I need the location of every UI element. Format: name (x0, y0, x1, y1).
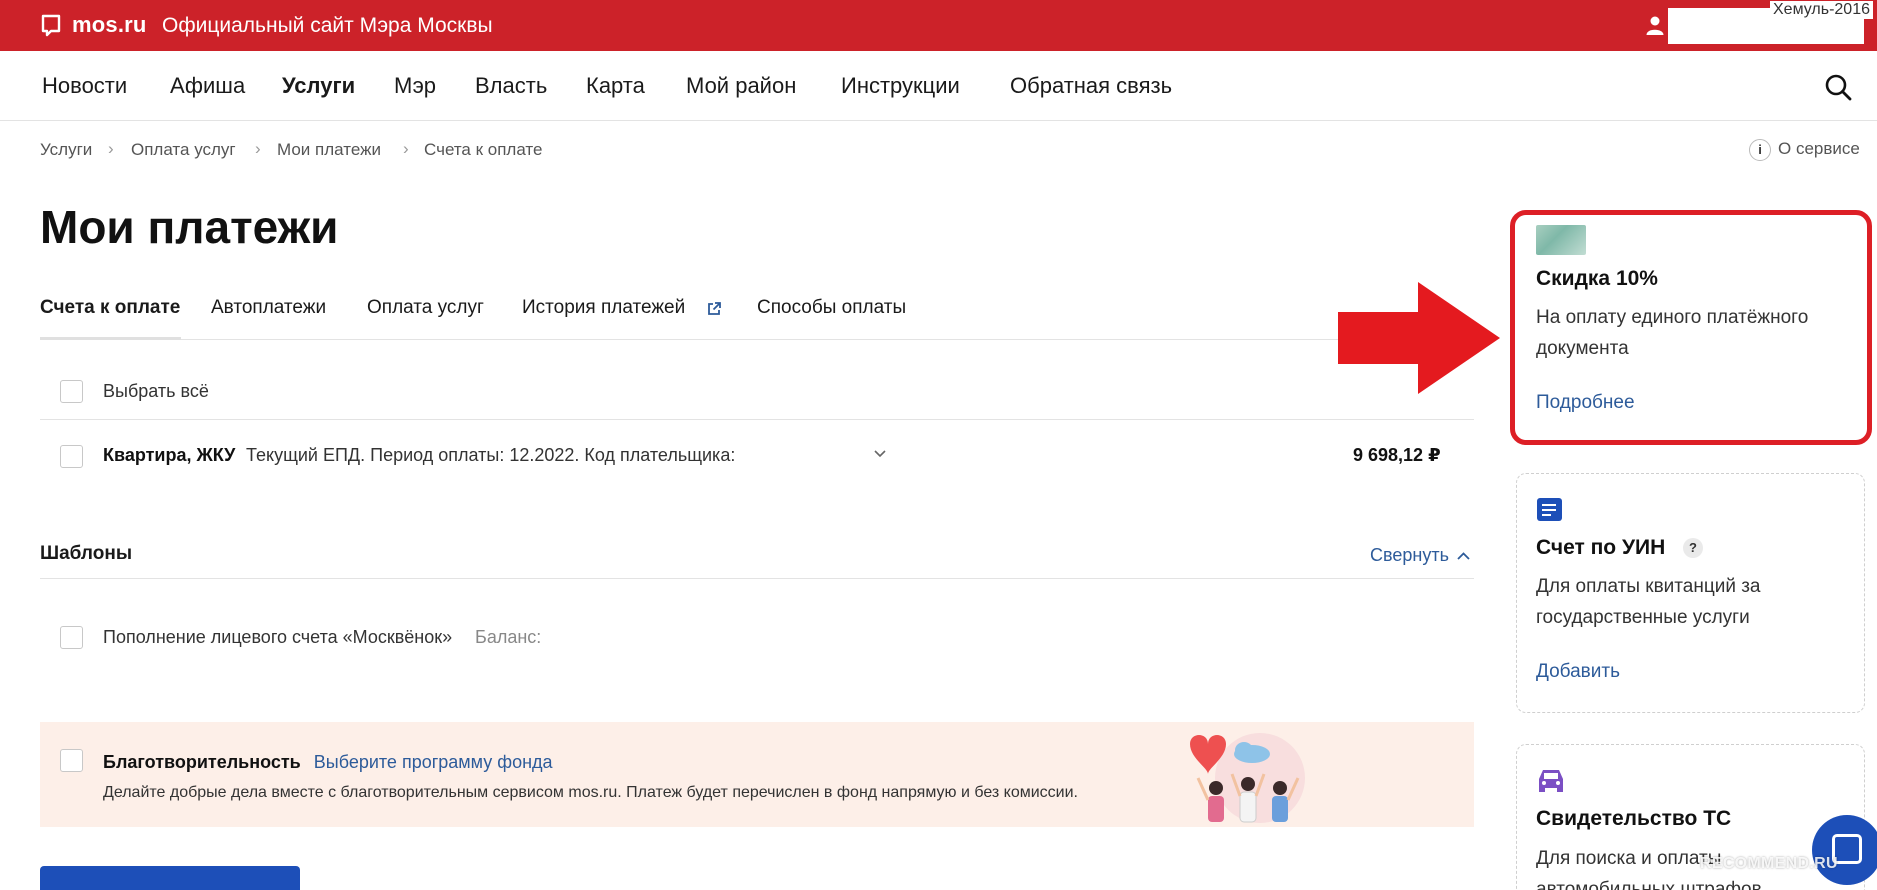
info-icon[interactable]: i (1749, 139, 1771, 161)
select-all-checkbox[interactable] (60, 380, 83, 403)
charity-title-line: Благотворительность Выберите программу ф… (103, 752, 553, 773)
breadcrumb-item-payment-services[interactable]: Оплата услуг (131, 140, 236, 160)
charity-banner: Благотворительность Выберите программу ф… (40, 722, 1474, 827)
bill-checkbox[interactable] (60, 445, 83, 468)
breadcrumb-item-services[interactable]: Услуги (40, 140, 92, 160)
logo-text[interactable]: mos.ru (72, 12, 147, 38)
watermark-author: Хемуль-2016 (1770, 1, 1873, 19)
chevron-down-icon[interactable] (873, 449, 887, 459)
about-service-link[interactable]: О сервисе (1778, 139, 1860, 159)
discount-card-desc-line1: На оплату единого платёжного (1536, 307, 1809, 328)
select-all-label: Выбрать всё (103, 381, 209, 401)
templates-heading: Шаблоны (40, 543, 133, 564)
nav-item-services[interactable]: Услуги (282, 73, 355, 99)
vehicle-card-title: Свидетельство ТС (1536, 807, 1732, 830)
template-title: Пополнение лицевого счета «Москвёнок» (103, 627, 453, 647)
tab-autopayments[interactable]: Автоплатежи (211, 297, 326, 319)
divider (40, 419, 1474, 420)
tab-service-payment[interactable]: Оплата услуг (367, 297, 484, 319)
discount-card-desc-line2: документа (1536, 338, 1629, 359)
charity-checkbox[interactable] (60, 749, 83, 772)
site-title[interactable]: Официальный сайт Мэра Москвы (162, 14, 493, 38)
charity-title: Благотворительность (103, 752, 301, 772)
breadcrumb-chevron-icon: › (255, 139, 261, 158)
nav-item-instructions[interactable]: Инструкции (841, 73, 960, 99)
breadcrumb-chevron-icon: › (403, 139, 409, 158)
nav-item-mayor[interactable]: Мэр (394, 73, 436, 99)
nav-item-government[interactable]: Власть (475, 73, 547, 99)
tabs-divider (40, 339, 1474, 340)
charity-description: Делайте добрые дела вместе с благотворит… (103, 784, 1078, 801)
nav-item-news[interactable]: Новости (42, 73, 127, 99)
breadcrumb-item-my-payments[interactable]: Мои платежи (277, 140, 381, 160)
uin-card-desc-line1: Для оплаты квитанций за (1536, 576, 1761, 597)
discount-more-link[interactable]: Подробнее (1536, 392, 1635, 414)
breadcrumb-item-bills: Счета к оплате (424, 140, 543, 159)
tab-payment-methods[interactable]: Способы оплаты (757, 297, 906, 319)
template-balance: Баланс: (475, 627, 542, 647)
chevron-up-icon[interactable] (1456, 551, 1471, 561)
mos-logo-icon[interactable] (40, 14, 62, 38)
vehicle-card-desc-line2: автомобильных штрафов (1536, 879, 1762, 890)
discount-card-image (1536, 225, 1586, 255)
help-icon[interactable]: ? (1683, 538, 1703, 558)
top-header-bar: mos.ru Официальный сайт Мэра Москвы Хему… (0, 0, 1877, 51)
active-tab-indicator (40, 337, 181, 340)
user-icon[interactable] (1645, 15, 1665, 35)
uin-card-title: Счет по УИН (1536, 536, 1666, 559)
main-navigation: Новости Афиша Услуги Мэр Власть Карта Мо… (0, 51, 1877, 121)
nav-item-map[interactable]: Карта (586, 73, 645, 99)
red-arrow-annotation (1338, 282, 1500, 394)
collapse-button[interactable]: Свернуть (1370, 545, 1449, 566)
bill-description: Текущий ЕПД. Период оплаты: 12.2022. Код… (246, 445, 736, 465)
watermark-recommend: RECOMMEND.RU (1700, 855, 1838, 872)
car-icon (1539, 770, 1563, 792)
breadcrumb-chevron-icon: › (108, 139, 114, 158)
template-checkbox[interactable] (60, 626, 83, 649)
bill-title: Квартира, ЖКУ (103, 445, 236, 465)
document-icon (1537, 498, 1562, 521)
charity-people-illustration (1190, 733, 1305, 823)
nav-item-afisha[interactable]: Афиша (170, 73, 245, 99)
bill-amount: 9 698,12 ₽ (1353, 445, 1441, 465)
discount-card-title: Скидка 10% (1536, 267, 1658, 290)
tab-payment-history[interactable]: История платежей (522, 297, 685, 319)
nav-item-my-district[interactable]: Мой район (686, 73, 796, 99)
page-title: Мои платежи (40, 201, 339, 253)
divider (40, 578, 1474, 579)
nav-item-feedback[interactable]: Обратная связь (1010, 73, 1172, 99)
uin-add-link[interactable]: Добавить (1536, 661, 1620, 683)
uin-card-desc-line2: государственные услуги (1536, 607, 1750, 628)
external-link-icon (708, 302, 721, 315)
charity-choose-fund-link[interactable]: Выберите программу фонда (314, 752, 553, 772)
search-icon[interactable] (1824, 73, 1852, 101)
tab-bills[interactable]: Счета к оплате (40, 297, 180, 319)
pay-button[interactable] (40, 866, 300, 890)
vehicle-card-desc-line1: Для поиска и оплаты (1536, 848, 1722, 869)
